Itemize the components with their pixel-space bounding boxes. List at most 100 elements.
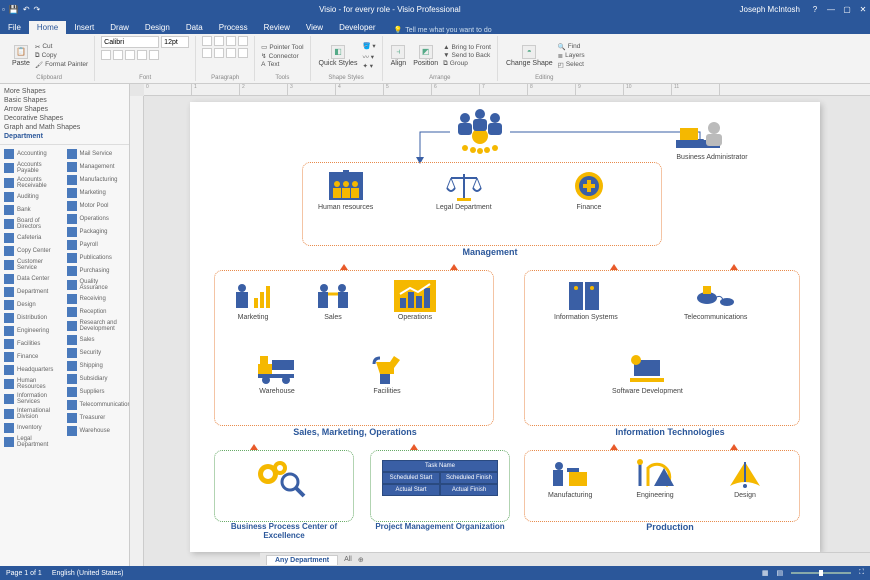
effects-button[interactable]: ✦ ▾ — [362, 62, 375, 70]
shape-item[interactable]: Mail Service — [67, 147, 126, 160]
shape-item[interactable]: Sales — [67, 333, 126, 346]
tab-insert[interactable]: Insert — [66, 21, 102, 34]
view-presentation-icon[interactable]: ▦ — [762, 569, 769, 577]
cat-basic-shapes[interactable]: Basic Shapes — [4, 96, 125, 105]
cat-department[interactable]: Department — [4, 132, 125, 141]
group-button[interactable]: ⧉ Group — [443, 60, 491, 68]
help-icon[interactable]: ? — [810, 4, 820, 14]
fill-button[interactable]: 🪣 ▾ — [362, 42, 375, 50]
shape-item[interactable]: Facilities — [4, 337, 63, 350]
sheet-tab[interactable]: Any Department — [266, 555, 338, 565]
shape-item[interactable]: International Division — [4, 406, 63, 421]
pointer-tool-button[interactable]: ▭ Pointer Tool — [261, 43, 303, 51]
shape-item[interactable]: Subsidiary — [67, 372, 126, 385]
shape-item[interactable]: Quality Assurance — [67, 277, 126, 292]
shape-item[interactable]: Telecommunications — [67, 398, 126, 411]
layers-button[interactable]: ≣ Layers — [558, 52, 585, 60]
indent-button[interactable] — [238, 48, 248, 58]
drawing-page[interactable]: Business Administrator Human resources L… — [190, 102, 820, 552]
tab-file[interactable]: File — [0, 21, 29, 34]
cut-button[interactable]: ✂ Cut — [35, 43, 88, 51]
shape-item[interactable]: Treasurer — [67, 411, 126, 424]
shape-item[interactable]: Marketing — [67, 186, 126, 199]
zoom-slider[interactable] — [791, 572, 851, 574]
bullets-button[interactable] — [238, 36, 248, 46]
text-tool-button[interactable]: A Text — [261, 61, 303, 68]
cat-more-shapes[interactable]: More Shapes — [4, 87, 125, 96]
cat-decorative-shapes[interactable]: Decorative Shapes — [4, 114, 125, 123]
font-name-select[interactable]: Calibri — [101, 36, 159, 48]
cat-arrow-shapes[interactable]: Arrow Shapes — [4, 105, 125, 114]
undo-icon[interactable]: ↶ — [23, 5, 30, 14]
shape-item[interactable]: Distribution — [4, 311, 63, 324]
connector-button[interactable]: ↯ Connector — [261, 52, 303, 60]
tab-process[interactable]: Process — [211, 21, 256, 34]
user-name[interactable]: Joseph McIntosh — [740, 5, 800, 14]
find-button[interactable]: 🔍 Find — [558, 43, 585, 51]
paste-button[interactable]: 📋Paste — [10, 44, 32, 68]
shape-item[interactable]: Information Services — [4, 391, 63, 406]
shape-item[interactable]: Board of Directors — [4, 216, 63, 231]
shape-item[interactable]: Auditing — [4, 190, 63, 203]
italic-button[interactable] — [113, 50, 123, 60]
shape-item[interactable]: Design — [4, 298, 63, 311]
shape-item[interactable]: Department — [4, 285, 63, 298]
shape-item[interactable]: Inventory — [4, 421, 63, 434]
canvas[interactable]: 01234567891011 — [130, 84, 870, 566]
fit-page-icon[interactable]: ⛶ — [859, 569, 864, 577]
tab-home[interactable]: Home — [29, 21, 66, 34]
strike-button[interactable] — [137, 50, 147, 60]
shape-item[interactable]: Publications — [67, 251, 126, 264]
shape-item[interactable]: Engineering — [4, 324, 63, 337]
shape-item[interactable]: Human Resources — [4, 376, 63, 391]
shape-item[interactable]: Headquarters — [4, 363, 63, 376]
align-mid-button[interactable] — [214, 48, 224, 58]
align-bottom-button[interactable] — [226, 48, 236, 58]
font-color-button[interactable] — [149, 50, 159, 60]
line-button[interactable]: 〰 ▾ — [362, 51, 375, 61]
align-right-button[interactable] — [226, 36, 236, 46]
shape-item[interactable]: Accounting — [4, 147, 63, 160]
shape-item[interactable]: Customer Service — [4, 257, 63, 272]
shape-item[interactable]: Operations — [67, 212, 126, 225]
shape-item[interactable]: Reception — [67, 305, 126, 318]
align-left-button[interactable] — [202, 36, 212, 46]
tab-view[interactable]: View — [298, 21, 331, 34]
bold-button[interactable] — [101, 50, 111, 60]
close-icon[interactable]: ✕ — [858, 4, 868, 14]
underline-button[interactable] — [125, 50, 135, 60]
shape-item[interactable]: Finance — [4, 350, 63, 363]
shape-item[interactable]: Warehouse — [67, 424, 126, 437]
tab-review[interactable]: Review — [256, 21, 298, 34]
shape-item[interactable]: Cafeteria — [4, 231, 63, 244]
sheet-all[interactable]: All — [344, 556, 352, 563]
shape-item[interactable]: Copy Center — [4, 244, 63, 257]
position-button[interactable]: ◩Position — [411, 44, 440, 68]
shape-item[interactable]: Accounts Receivable — [4, 175, 63, 190]
cat-graph-math-shapes[interactable]: Graph and Math Shapes — [4, 123, 125, 132]
minimize-icon[interactable]: — — [826, 4, 836, 14]
align-center-button[interactable] — [214, 36, 224, 46]
shape-item[interactable]: Management — [67, 160, 126, 173]
shape-item[interactable]: Motor Pool — [67, 199, 126, 212]
tell-me-search[interactable]: 💡Tell me what you want to do — [394, 26, 492, 34]
tab-developer[interactable]: Developer — [331, 21, 383, 34]
font-size-select[interactable]: 12pt — [161, 36, 189, 48]
quick-styles-button[interactable]: ◧Quick Styles — [317, 44, 360, 68]
shape-item[interactable]: Research and Development — [67, 318, 126, 333]
shape-item[interactable]: Packaging — [67, 225, 126, 238]
shape-item[interactable]: Payroll — [67, 238, 126, 251]
shape-item[interactable]: Legal Department — [4, 434, 63, 449]
align-button[interactable]: ⫞Align — [389, 44, 409, 68]
shape-item[interactable]: Shipping — [67, 359, 126, 372]
shape-item[interactable]: Purchasing — [67, 264, 126, 277]
shape-item[interactable]: Accounts Payable — [4, 160, 63, 175]
redo-icon[interactable]: ↷ — [34, 5, 41, 14]
shape-item[interactable]: Manufacturing — [67, 173, 126, 186]
maximize-icon[interactable]: ▢ — [842, 4, 852, 14]
view-normal-icon[interactable]: ▤ — [776, 569, 783, 577]
tab-data[interactable]: Data — [178, 21, 211, 34]
tab-design[interactable]: Design — [137, 21, 178, 34]
send-back-button[interactable]: ▼ Send to Back — [443, 52, 491, 59]
format-painter-button[interactable]: 🖌 Format Painter — [35, 61, 88, 69]
